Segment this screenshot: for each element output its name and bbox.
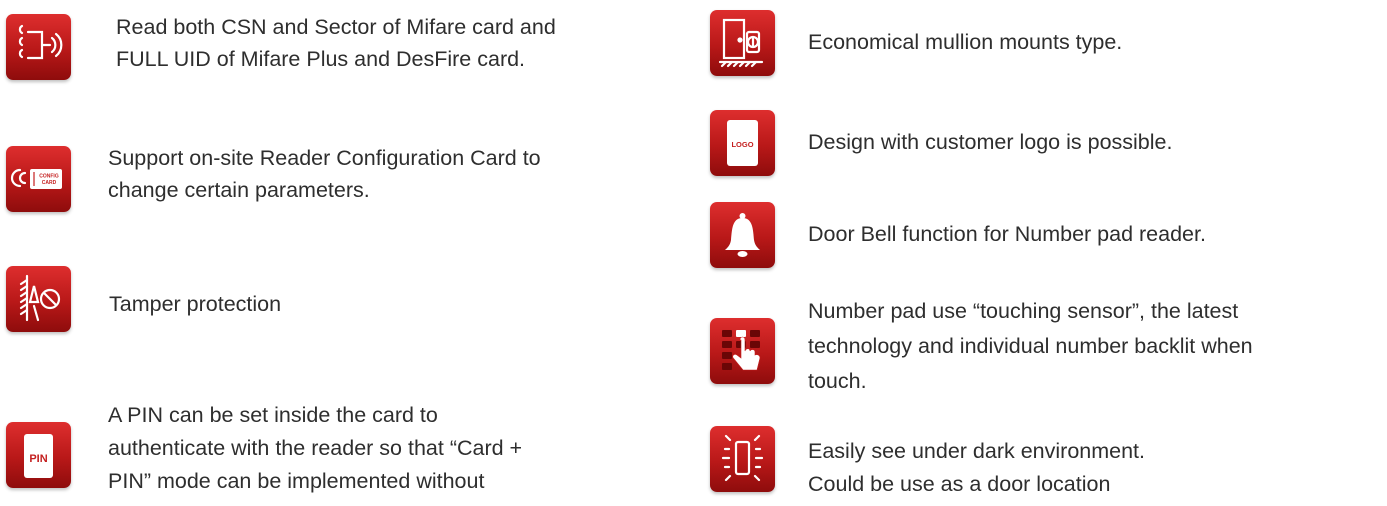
pin-card-icon: PIN	[6, 422, 71, 488]
svg-text:LOGO: LOGO	[731, 140, 753, 149]
feature-read-csn-line-1: Read both CSN and Sector of Mifare card …	[116, 15, 556, 39]
feature-backlight-line-2: Could be use as a door location	[808, 472, 1111, 496]
feature-pin-line-3: PIN” mode can be implemented without	[108, 469, 485, 493]
feature-touch-keypad-line-2: technology and individual number backlit…	[808, 334, 1253, 358]
svg-text:CONFIG: CONFIG	[39, 174, 59, 180]
feature-pin-line-2: authenticate with the reader so that “Ca…	[108, 436, 523, 460]
feature-backlight-line-1: Easily see under dark environment.	[808, 439, 1146, 463]
backlight-icon	[710, 426, 775, 492]
feature-read-csn-line-2: FULL UID of Mifare Plus and DesFire card…	[116, 47, 526, 71]
mullion-mount-icon	[710, 10, 775, 76]
svg-text:PIN: PIN	[29, 453, 47, 465]
feature-logo-text: Design with customer logo is possible.	[808, 130, 1173, 154]
feature-touch-keypad-line-3: touch.	[808, 369, 867, 393]
feature-mullion-text: Economical mullion mounts type.	[808, 30, 1123, 54]
tamper-icon	[6, 266, 71, 332]
touch-keypad-icon	[710, 318, 775, 384]
feature-touch-keypad-line-1: Number pad use “touching sensor”, the la…	[808, 299, 1239, 323]
config-card-icon: CONFIG CARD	[6, 146, 71, 212]
feature-config-card-line-1: Support on-site Reader Configuration Car…	[108, 146, 541, 170]
feature-pin-line-1: A PIN can be set inside the card to	[108, 403, 438, 427]
logo-reader-icon: LOGO	[710, 110, 775, 176]
feature-doorbell-text: Door Bell function for Number pad reader…	[808, 222, 1206, 246]
wireless-read-icon	[6, 14, 71, 80]
bell-icon	[710, 202, 775, 268]
feature-config-card-line-2: change certain parameters.	[108, 178, 370, 202]
svg-text:CARD: CARD	[42, 180, 57, 186]
feature-tamper-text: Tamper protection	[109, 292, 282, 316]
